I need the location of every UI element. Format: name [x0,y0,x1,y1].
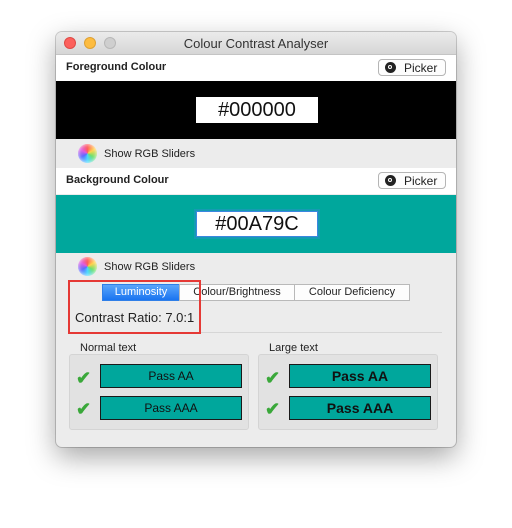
checkmark-icon: ✔ [265,368,281,388]
highlight-box [68,280,201,334]
background-picker-button[interactable]: Picker [378,172,446,189]
foreground-label: Foreground Colour [66,61,167,73]
normal-pass-aaa: Pass AAA [100,396,242,420]
normal-pass-aa: Pass AA [100,364,242,388]
sliders-label: Show RGB Sliders [104,148,196,160]
color-wheel-icon [78,257,97,276]
large-pass-aaa: Pass AAA [289,396,431,420]
background-header: Background Colour Picker [56,168,456,194]
background-hex-input[interactable]: #00A79C [196,211,318,237]
normal-text-label: Normal text [80,342,137,354]
foreground-picker-button[interactable]: Picker [378,59,446,76]
picker-label: Picker [404,61,438,75]
window-title: Colour Contrast Analyser [183,36,329,51]
title-bar: Colour Contrast Analyser [56,32,456,55]
contrast-analyser-window: Colour Contrast Analyser Foreground Colo… [56,32,456,447]
checkmark-icon: ✔ [76,368,92,388]
background-sliders-toggle[interactable]: Show RGB Sliders [56,254,456,280]
magnifier-icon [385,175,396,186]
large-text-results: ✔ Pass AA ✔ Pass AAA [258,354,438,430]
magnifier-icon [385,62,396,73]
tab-colour-deficiency[interactable]: Colour Deficiency [294,284,410,301]
checkmark-icon: ✔ [265,399,281,419]
large-text-label: Large text [269,342,318,354]
sliders-label: Show RGB Sliders [104,261,196,273]
foreground-hex-input[interactable]: #000000 [196,97,318,123]
background-swatch: #00A79C [56,195,456,253]
checkmark-icon: ✔ [76,399,92,419]
color-wheel-icon [78,144,97,163]
foreground-swatch: #000000 [56,81,456,139]
background-label: Background Colour [66,174,169,186]
foreground-sliders-toggle[interactable]: Show RGB Sliders [56,141,456,167]
picker-label: Picker [404,174,438,188]
foreground-header: Foreground Colour Picker [56,55,456,81]
large-pass-aa: Pass AA [289,364,431,388]
normal-text-results: ✔ Pass AA ✔ Pass AAA [69,354,249,430]
